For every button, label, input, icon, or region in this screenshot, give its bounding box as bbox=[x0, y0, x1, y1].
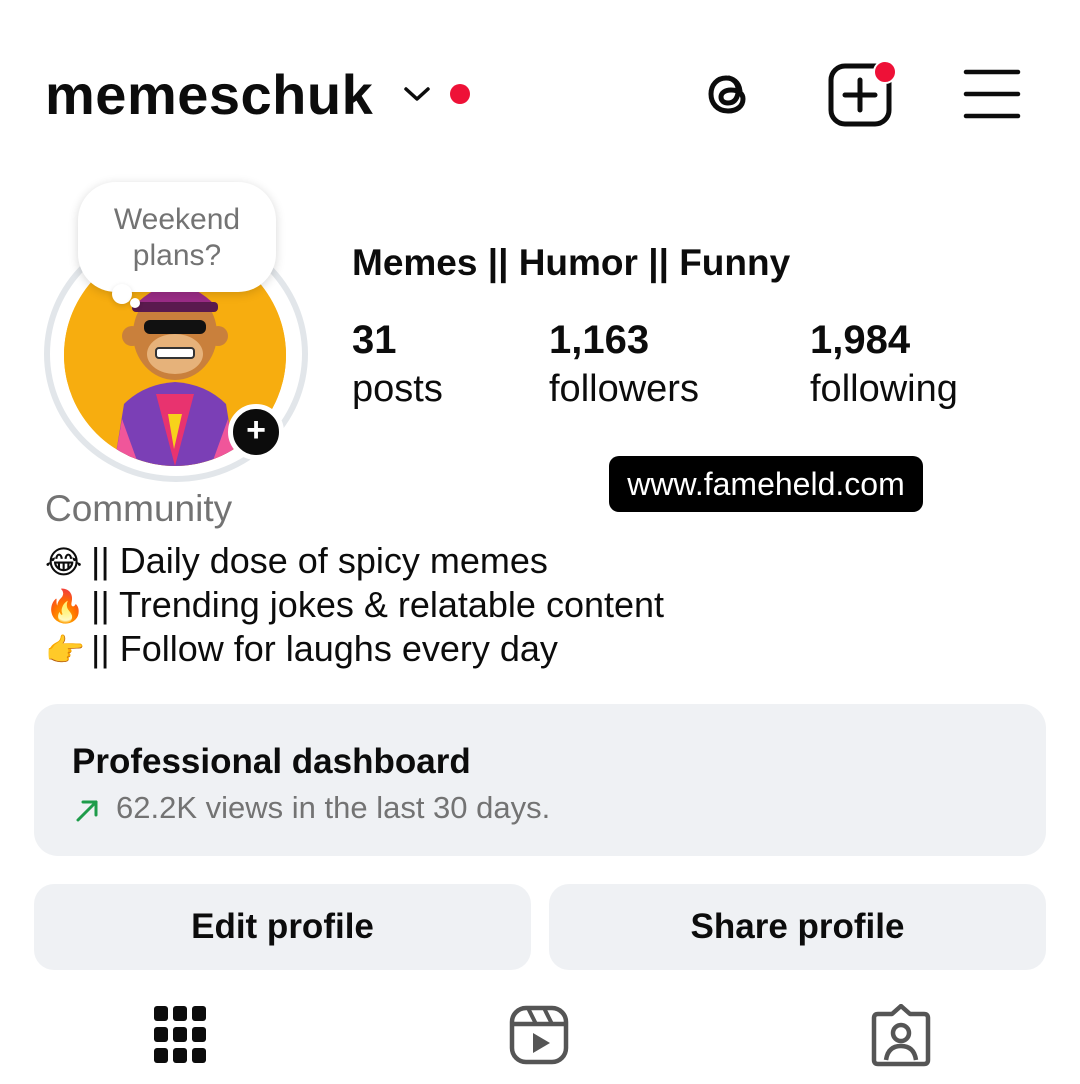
followers-label: followers bbox=[549, 368, 699, 410]
username-title[interactable]: memeschuk bbox=[45, 62, 373, 127]
note-bubble[interactable]: Weekend plans? bbox=[78, 182, 276, 292]
tagged-icon[interactable] bbox=[870, 1004, 932, 1068]
dashboard-views-summary: 62.2K views in the last 30 days. bbox=[116, 790, 551, 825]
posts-stat[interactable]: 31 posts bbox=[352, 316, 443, 414]
profile-display-name: Memes || Humor || Funny bbox=[352, 242, 791, 283]
following-stat[interactable]: 1,984 following bbox=[810, 316, 958, 414]
bio-line: 👉 || Follow for laughs every day bbox=[45, 628, 558, 670]
create-notification-dot bbox=[873, 60, 897, 84]
note-text-line1: Weekend bbox=[113, 203, 241, 236]
pointing-hand-emoji-icon: 👉 bbox=[45, 631, 85, 669]
laughing-emoji-icon: 😂 bbox=[45, 543, 83, 581]
professional-dashboard-card[interactable]: Professional dashboard 62.2K views in th… bbox=[34, 704, 1046, 856]
bio-text: || Daily dose of spicy memes bbox=[91, 540, 548, 581]
note-bubble-tail-small bbox=[130, 298, 140, 308]
grid-icon[interactable] bbox=[154, 1004, 206, 1066]
bio-line: 😂 || Daily dose of spicy memes bbox=[45, 540, 548, 582]
reels-icon[interactable] bbox=[508, 1004, 570, 1066]
watermark-label: www.fameheld.com bbox=[609, 456, 923, 512]
note-text-line2: plans? bbox=[132, 239, 222, 272]
menu-icon[interactable] bbox=[962, 66, 1022, 122]
posts-count: 31 bbox=[352, 318, 397, 362]
posts-label: posts bbox=[352, 368, 443, 410]
dashboard-title: Professional dashboard bbox=[72, 742, 471, 781]
bio-text: || Follow for laughs every day bbox=[91, 628, 558, 669]
following-count: 1,984 bbox=[810, 318, 911, 362]
top-bar: memeschuk bbox=[0, 0, 1080, 190]
trend-up-arrow-icon bbox=[76, 800, 98, 822]
add-story-button[interactable]: + bbox=[228, 404, 284, 460]
bio-text: || Trending jokes & relatable content bbox=[91, 584, 665, 625]
share-profile-button[interactable]: Share profile bbox=[549, 884, 1046, 970]
followers-count: 1,163 bbox=[549, 318, 650, 362]
fire-emoji-icon: 🔥 bbox=[45, 587, 85, 625]
bio-line: 🔥 || Trending jokes & relatable content bbox=[45, 584, 664, 626]
threads-icon[interactable] bbox=[696, 62, 760, 126]
profile-category: Community bbox=[45, 488, 233, 529]
chevron-down-icon[interactable] bbox=[402, 82, 432, 106]
edit-profile-button[interactable]: Edit profile bbox=[34, 884, 531, 970]
followers-stat[interactable]: 1,163 followers bbox=[549, 316, 699, 414]
note-bubble-tail bbox=[112, 284, 132, 304]
account-notification-dot bbox=[450, 84, 470, 104]
following-label: following bbox=[810, 368, 958, 410]
